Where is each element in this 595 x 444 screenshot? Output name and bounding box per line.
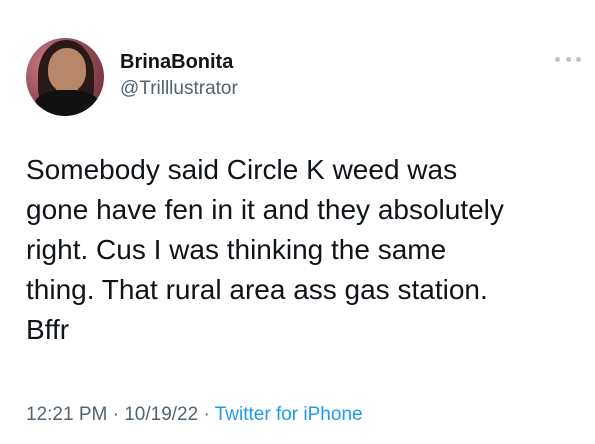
author-block[interactable]: BrinaBonita @Trilllustrator [120,50,238,102]
avatar-body [34,90,100,116]
tweet-date[interactable]: 10/19/22 [124,404,198,425]
tweet-time[interactable]: 12:21 PM [26,404,107,425]
more-dot [576,56,581,62]
more-dot [565,56,571,62]
tweet-text: Somebody said Circle K weed was gone hav… [26,154,504,345]
meta-separator: · [112,404,119,425]
user-handle[interactable]: @Trilllustrator [120,76,238,102]
tweet-source-link[interactable]: Twitter for iPhone [215,404,363,425]
more-dot [555,56,560,62]
tweet-card: BrinaBonita @Trilllustrator Somebody sai… [0,0,595,444]
avatar[interactable] [26,38,104,116]
avatar-face [48,48,86,92]
meta-separator: · [203,404,210,425]
tweet-metadata: 12:21 PM · 10/19/22 · Twitter for iPhone [26,403,363,427]
more-options-icon[interactable] [555,52,581,66]
display-name[interactable]: BrinaBonita [120,50,238,74]
